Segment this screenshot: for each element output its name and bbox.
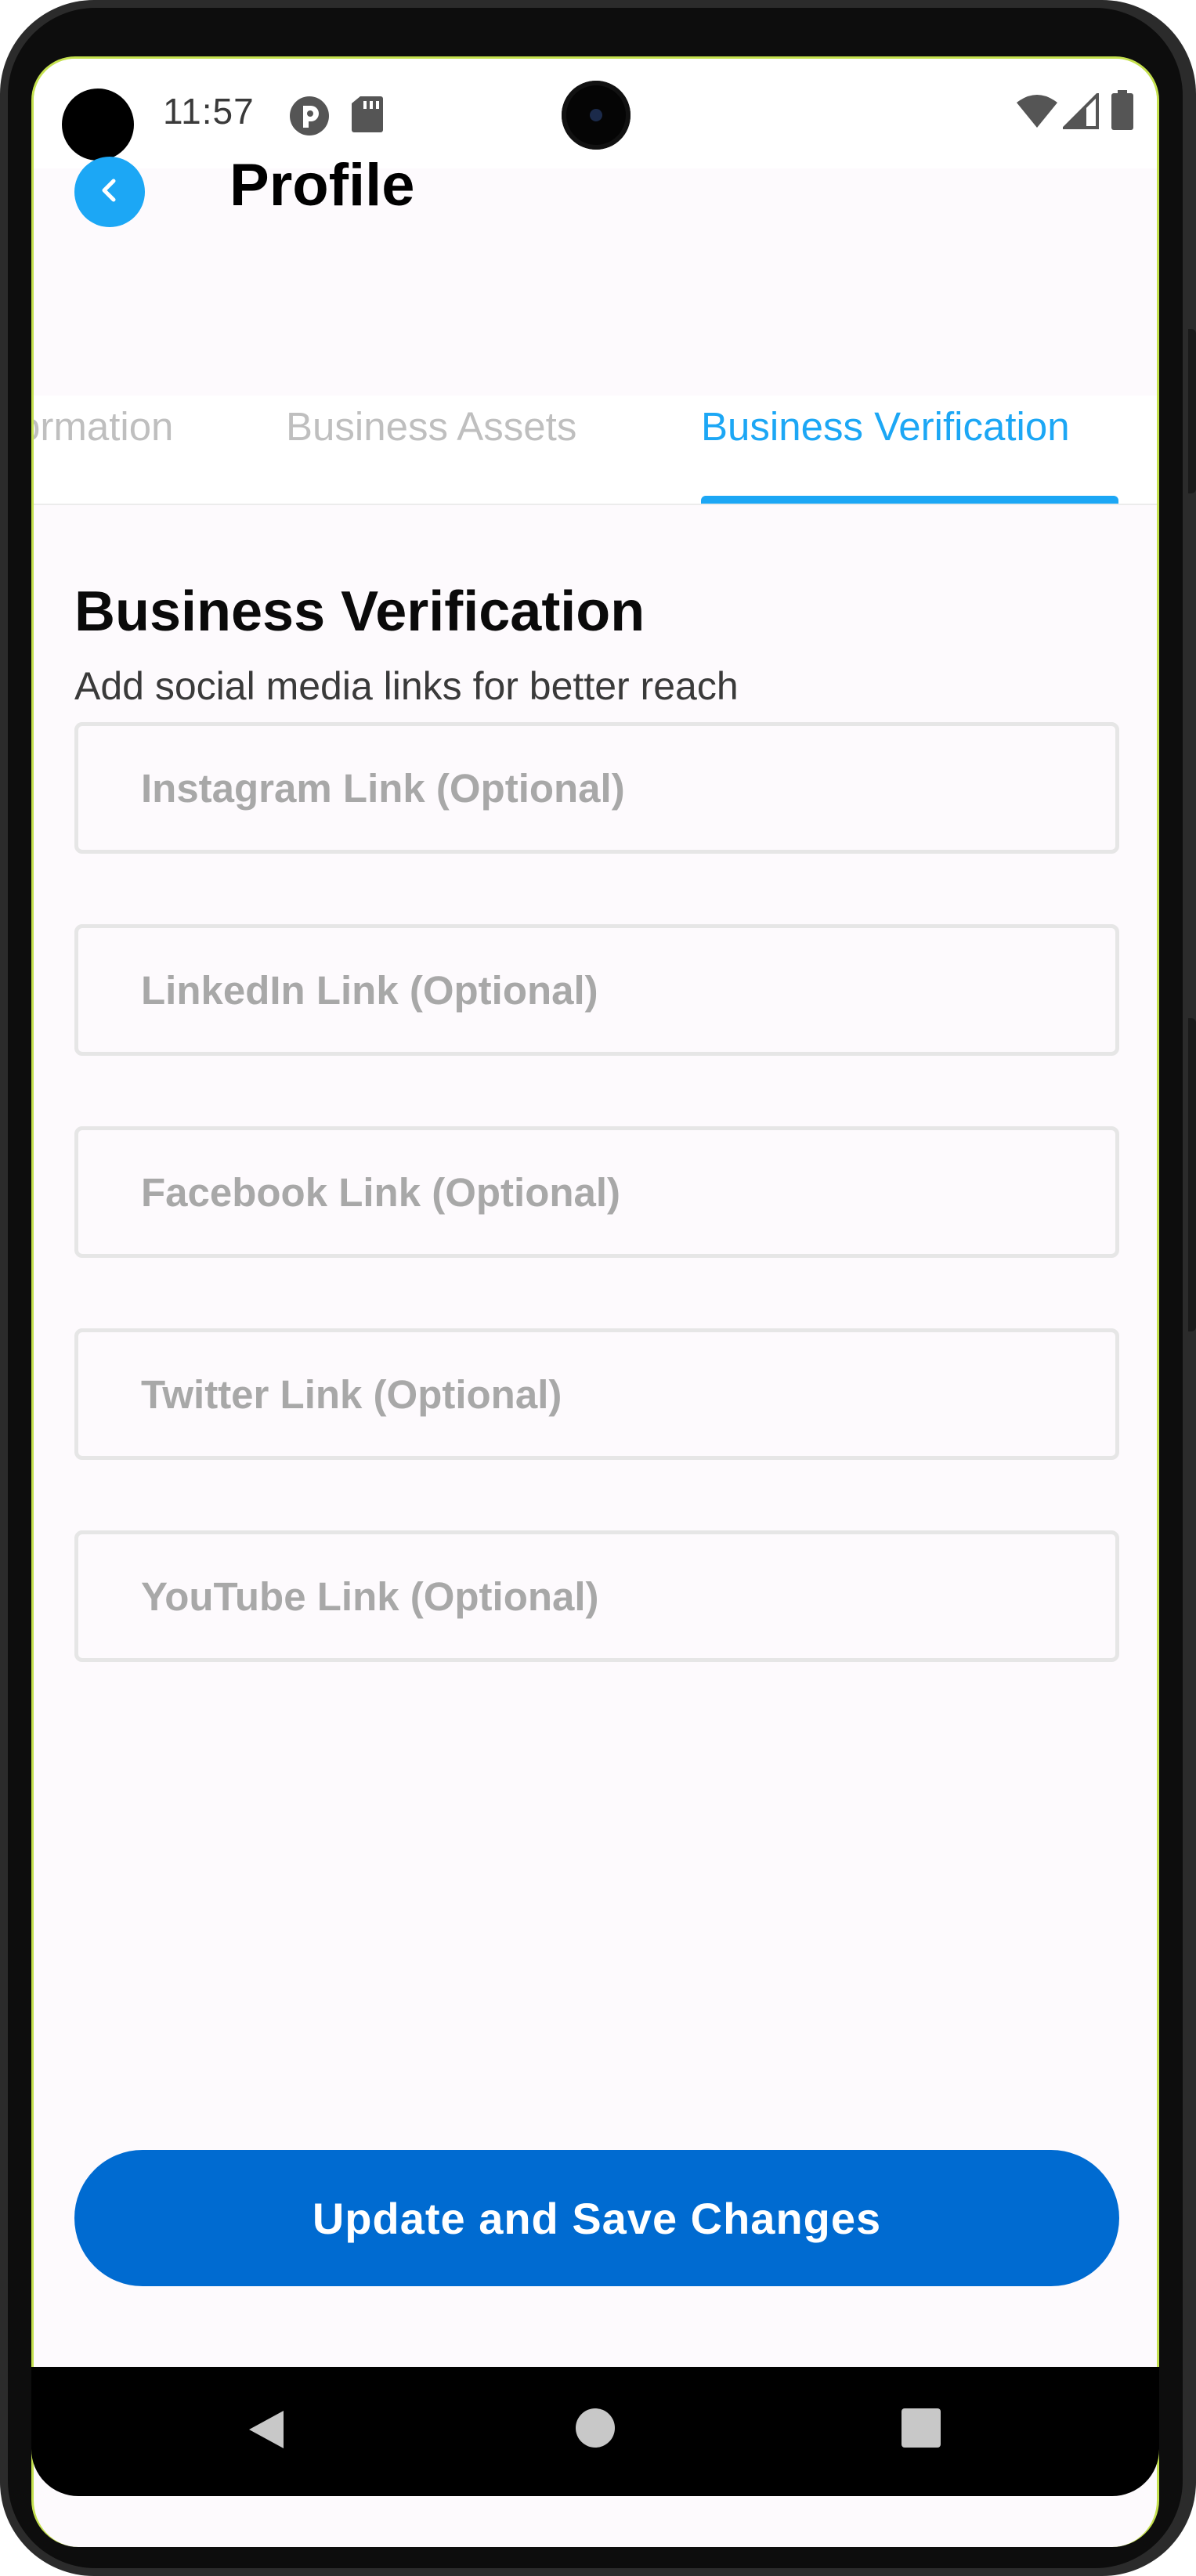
app-notification-icon (288, 95, 331, 141)
tab-business-verification[interactable]: Business Verification (701, 403, 1070, 450)
active-tab-indicator (701, 496, 1118, 504)
twitter-link-input[interactable] (74, 1328, 1119, 1460)
navigation-bar (31, 2367, 1159, 2496)
linkedin-link-input[interactable] (74, 924, 1119, 1056)
battery-icon (1111, 90, 1134, 135)
update-and-save-button[interactable]: Update and Save Changes (74, 2150, 1119, 2286)
volume-button (1188, 1018, 1196, 1331)
chevron-left-icon (94, 175, 125, 210)
wifi-icon (1015, 93, 1059, 133)
section-title: Business Verification (74, 580, 645, 643)
section-subtitle: Add social media links for better reach (74, 664, 739, 708)
back-button[interactable] (74, 157, 145, 227)
facebook-link-input[interactable] (74, 1126, 1119, 1258)
tab-business-assets[interactable]: Business Assets (286, 403, 576, 450)
recents-square-icon[interactable] (899, 2406, 943, 2454)
front-camera (562, 81, 631, 150)
tab-business-information[interactable]: ormation (34, 403, 173, 450)
page-title: Profile (229, 152, 415, 219)
youtube-link-input[interactable] (74, 1530, 1119, 1662)
status-time: 11:57 (163, 91, 255, 132)
sd-card-icon (351, 95, 384, 138)
back-triangle-icon[interactable] (243, 2406, 290, 2457)
status-bar: 11:57 (34, 59, 1157, 168)
camera-cutout (62, 89, 134, 161)
power-button (1188, 329, 1196, 493)
screen: 11:57 Profile rmation Business Assets Bu… (31, 56, 1159, 2547)
profile-tabs: ormation Business Assets Business Verifi… (34, 396, 1157, 505)
home-circle-icon[interactable] (573, 2406, 617, 2454)
instagram-link-input[interactable] (74, 722, 1119, 854)
device-frame: 11:57 Profile rmation Business Assets Bu… (0, 0, 1196, 2576)
signal-icon (1061, 91, 1099, 133)
